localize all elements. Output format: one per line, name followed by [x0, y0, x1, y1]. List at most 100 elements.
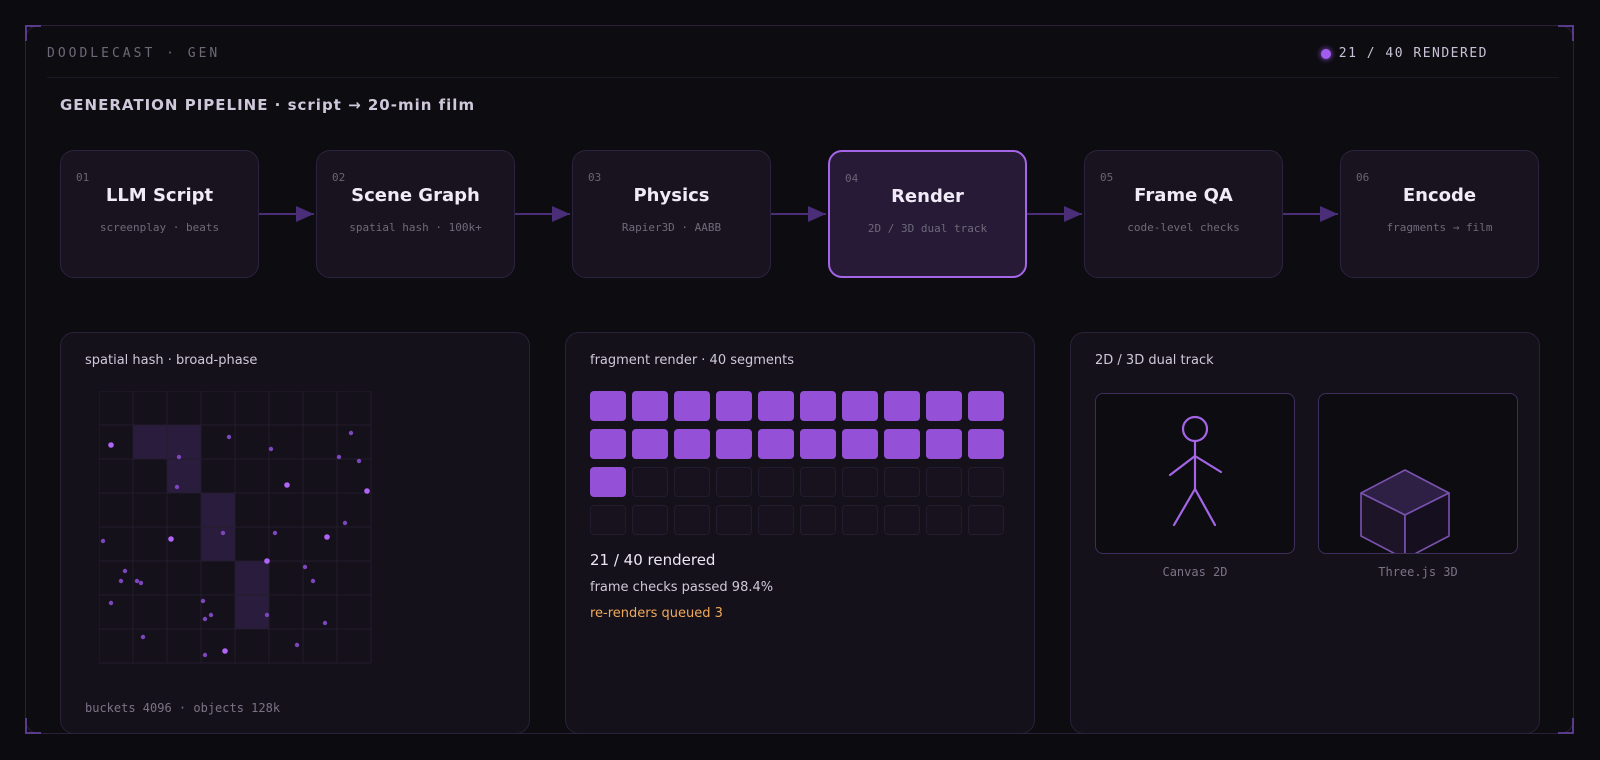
segment-pending	[968, 505, 1004, 535]
hash-stats: buckets 4096 · objects 128k	[85, 701, 281, 715]
threejs-3d-preview[interactable]	[1318, 393, 1518, 560]
object-point	[356, 458, 362, 464]
object-point	[294, 642, 300, 648]
object-point	[118, 578, 124, 584]
occupied-bucket	[201, 527, 235, 561]
object-point	[108, 600, 114, 606]
rerender-queue: re-renders queued 3	[590, 606, 723, 621]
object-point	[342, 520, 348, 526]
stage-name: Encode	[1402, 185, 1477, 206]
segment-rendered	[590, 391, 626, 421]
object-point	[336, 454, 342, 460]
stage-subtitle: code-level checks	[1127, 221, 1240, 234]
object-point	[364, 488, 370, 494]
stage-subtitle: Rapier3D · AABB	[621, 221, 722, 234]
frame-checks: frame checks passed 98.4%	[590, 580, 774, 595]
status-dot-icon	[1320, 48, 1331, 59]
object-point	[268, 446, 274, 452]
stage-number: 01	[76, 171, 90, 184]
segment-pending	[842, 505, 878, 535]
panel-title: spatial hash · broad-phase	[85, 353, 258, 368]
stage-llm-script[interactable]: 01 LLM Script screenplay · beats	[60, 150, 259, 278]
object-point	[122, 568, 128, 574]
rendered-count: 21 / 40 rendered	[590, 551, 716, 569]
segment-rendered	[632, 429, 668, 459]
occupied-bucket	[201, 493, 235, 527]
stage-subtitle: 2D / 3D dual track	[867, 222, 988, 235]
frame-corner	[25, 718, 41, 734]
brand-title: DOODLECAST · GEN	[47, 46, 221, 61]
render-status-label: 21 / 40 RENDERED	[1338, 46, 1488, 61]
object-point	[302, 564, 308, 570]
segment-rendered	[590, 429, 626, 459]
stage-frame-qa[interactable]: 05 Frame QA code-level checks	[1084, 150, 1283, 278]
segment-pending	[968, 467, 1004, 497]
object-point	[138, 580, 144, 586]
occupied-bucket	[235, 561, 269, 595]
segment-rendered	[884, 391, 920, 421]
object-point	[108, 442, 114, 448]
spatial-hash-panel: spatial hash · broad-phase buckets 4096 …	[60, 332, 530, 734]
stage-encode[interactable]: 06 Encode fragments → film	[1340, 150, 1539, 278]
segment-rendered	[926, 429, 962, 459]
stage-subtitle: fragments → film	[1386, 221, 1493, 234]
stage-subtitle: spatial hash · 100k+	[349, 221, 482, 234]
segment-pending	[758, 505, 794, 535]
object-point	[220, 530, 226, 536]
pipeline-title: GENERATION PIPELINE · script → 20-min fi…	[60, 96, 476, 114]
object-point	[310, 578, 316, 584]
render-status: 21 / 40 RENDERED	[1320, 46, 1488, 61]
segment-rendered	[800, 391, 836, 421]
segment-pending	[758, 467, 794, 497]
object-point	[208, 612, 214, 618]
canvas-2d-label: Canvas 2D	[1162, 565, 1228, 579]
segment-pending	[842, 467, 878, 497]
object-point	[284, 482, 290, 488]
stage-physics[interactable]: 03 Physics Rapier3D · AABB	[572, 150, 771, 278]
stage-name: Frame QA	[1134, 185, 1233, 206]
object-point	[324, 534, 330, 540]
segment-pending	[800, 467, 836, 497]
stage-number: 06	[1356, 171, 1370, 184]
fragment-render-panel: fragment render · 40 segments 21 / 40 re…	[565, 332, 1035, 734]
canvas-2d-preview[interactable]	[1095, 393, 1295, 554]
stage-number: 04	[845, 172, 859, 185]
segment-rendered	[716, 429, 752, 459]
panel-title: fragment render · 40 segments	[590, 353, 795, 368]
frame-corner	[25, 25, 41, 41]
frame-corner	[1558, 25, 1574, 41]
segment-rendered	[842, 429, 878, 459]
object-point	[202, 652, 208, 658]
object-point	[272, 530, 278, 536]
stage-number: 02	[332, 171, 346, 184]
object-point	[100, 538, 106, 544]
object-point	[348, 430, 354, 436]
segment-pending	[716, 467, 752, 497]
object-point	[222, 648, 228, 654]
stage-subtitle: screenplay · beats	[99, 221, 220, 234]
segment-rendered	[926, 391, 962, 421]
segment-pending	[590, 505, 626, 535]
frame-corner	[1558, 718, 1574, 734]
object-point	[264, 558, 270, 564]
segment-pending	[884, 467, 920, 497]
stage-scene-graph[interactable]: 02 Scene Graph spatial hash · 100k+	[316, 150, 515, 278]
object-point	[140, 634, 146, 640]
segment-rendered	[758, 391, 794, 421]
threejs-3d-label: Three.js 3D	[1378, 565, 1458, 579]
segment-rendered	[674, 391, 710, 421]
object-point	[134, 578, 140, 584]
segment-pending	[716, 505, 752, 535]
segment-rendered	[716, 391, 752, 421]
object-point	[176, 454, 182, 460]
stage-render[interactable]: 04 Render 2D / 3D dual track	[828, 150, 1027, 278]
segment-pending	[884, 505, 920, 535]
segment-rendered	[632, 391, 668, 421]
occupied-bucket	[167, 425, 201, 459]
segment-pending	[926, 505, 962, 535]
object-point	[168, 536, 174, 542]
stage-name: Physics	[633, 185, 710, 206]
stage-name: Scene Graph	[351, 185, 480, 206]
object-point	[174, 484, 180, 490]
occupied-bucket	[235, 595, 269, 629]
